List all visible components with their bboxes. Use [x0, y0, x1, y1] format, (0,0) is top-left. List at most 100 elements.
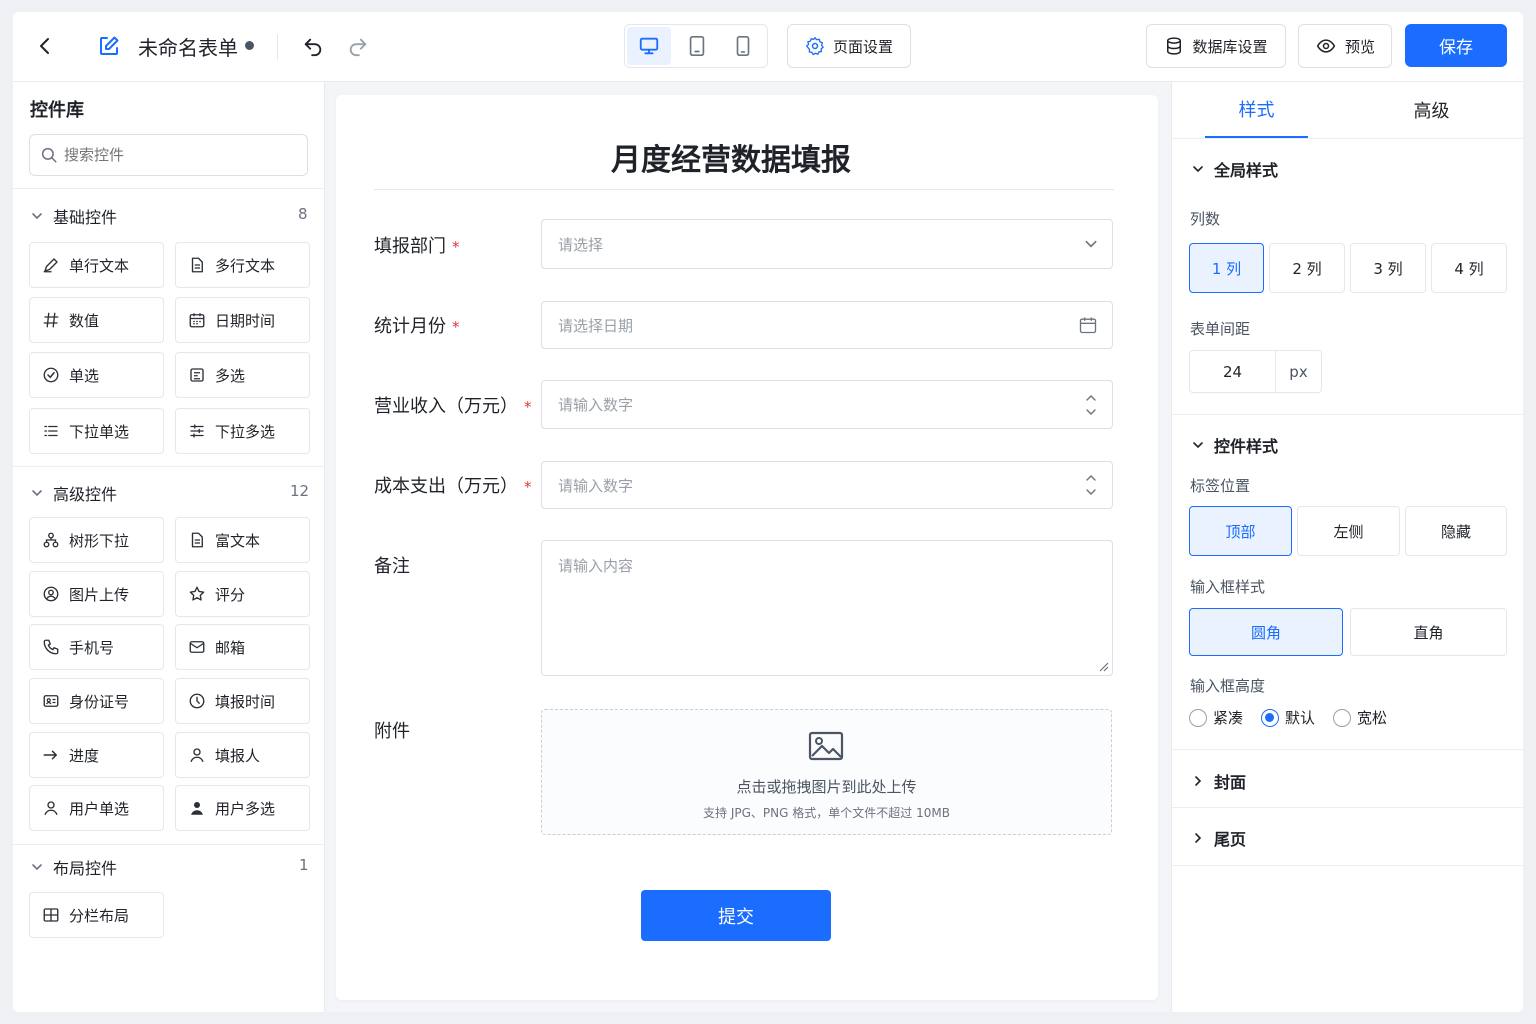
- widget-rich-text[interactable]: 富文本: [175, 517, 310, 563]
- submit-button[interactable]: 提交: [641, 890, 831, 941]
- desktop-icon[interactable]: [627, 27, 671, 65]
- widget-label: 手机号: [69, 638, 115, 657]
- phone-icon: [41, 637, 61, 657]
- clock-icon: [187, 691, 207, 711]
- tab-style[interactable]: 样式: [1205, 82, 1308, 138]
- columns-option-1[interactable]: 1 列: [1189, 243, 1264, 293]
- widget-progress[interactable]: 进度: [29, 732, 164, 778]
- widget-single-line-text[interactable]: 单行文本: [29, 242, 164, 288]
- widget-user-multi[interactable]: 用户多选: [175, 785, 310, 831]
- document-icon: [187, 530, 207, 550]
- divider: [13, 466, 324, 467]
- search-input[interactable]: [64, 146, 284, 164]
- required-mark: *: [524, 398, 532, 416]
- form-name-title[interactable]: 未命名表单: [138, 30, 238, 62]
- back-arrow-icon[interactable]: [31, 32, 59, 60]
- columns-option-4[interactable]: 4 列: [1431, 243, 1507, 293]
- stepper-icon[interactable]: [1084, 472, 1098, 498]
- cover-section-header[interactable]: 封面: [1190, 769, 1246, 793]
- resize-handle-icon[interactable]: [1097, 660, 1109, 672]
- widget-number[interactable]: 数值: [29, 297, 164, 343]
- cost-number-input[interactable]: 请输入数字: [541, 461, 1113, 509]
- divider: [13, 844, 324, 845]
- widget-user-single[interactable]: 用户单选: [29, 785, 164, 831]
- spacing-input[interactable]: 24: [1190, 351, 1276, 392]
- widget-column-layout[interactable]: 分栏布局: [29, 892, 164, 938]
- layout-widgets-header[interactable]: 布局控件: [29, 855, 117, 879]
- database-settings-label: 数据库设置: [1192, 37, 1268, 56]
- divider: [1172, 807, 1523, 808]
- form-preview: 月度经营数据填报 填报部门 * 请选择 统计月份 * 请选择日期 营业收入（万元） *…: [336, 95, 1158, 1000]
- required-mark: *: [452, 318, 460, 336]
- global-style-header[interactable]: 全局样式: [1190, 157, 1278, 181]
- widget-fill-time[interactable]: 填报时间: [175, 678, 310, 724]
- input-style-rounded[interactable]: 圆角: [1189, 608, 1343, 656]
- revenue-number-input[interactable]: 请输入数字: [541, 380, 1113, 429]
- database-settings-button[interactable]: 数据库设置: [1146, 24, 1286, 68]
- input-height-radio-group: 紧凑 默认 宽松: [1189, 707, 1387, 728]
- control-style-header[interactable]: 控件样式: [1190, 433, 1278, 457]
- height-loose-radio[interactable]: 宽松: [1333, 707, 1387, 728]
- mail-icon: [187, 637, 207, 657]
- field-label-revenue: 营业收入（万元） *: [374, 392, 532, 418]
- user-icon: [41, 798, 61, 818]
- widget-label: 填报人: [215, 746, 261, 765]
- redo-icon[interactable]: [344, 32, 372, 60]
- chevron-down-icon: [29, 485, 45, 501]
- pen-icon: [41, 255, 61, 275]
- widget-checkbox[interactable]: 多选: [175, 352, 310, 398]
- basic-widgets-count: 8: [298, 205, 308, 223]
- height-default-radio[interactable]: 默认: [1261, 707, 1315, 728]
- image-upload-dropzone[interactable]: 点击或拖拽图片到此处上传 支持 JPG、PNG 格式，单个文件不超过 10MB: [541, 709, 1112, 835]
- basic-widgets-header[interactable]: 基础控件: [29, 204, 117, 228]
- tab-advanced[interactable]: 高级: [1380, 82, 1483, 138]
- label-position-label: 标签位置: [1190, 477, 1251, 495]
- form-builder-app: 未命名表单 页面设置 数据库设置 预览 保存 控件库 搜索控件 基础控件 8 单…: [13, 12, 1523, 1012]
- form-title[interactable]: 月度经营数据填报: [336, 135, 1126, 179]
- field-label-department: 填报部门 *: [374, 232, 460, 258]
- field-label-text: 填报部门: [374, 236, 446, 257]
- input-style-square[interactable]: 直角: [1350, 608, 1507, 656]
- advanced-widgets-header[interactable]: 高级控件: [29, 481, 117, 505]
- calendar-icon: [1078, 315, 1098, 335]
- columns-option-3[interactable]: 3 列: [1350, 243, 1426, 293]
- widget-tree-select[interactable]: 树形下拉: [29, 517, 164, 563]
- widget-dropdown-single[interactable]: 下拉单选: [29, 408, 164, 454]
- page-settings-button[interactable]: 页面设置: [787, 24, 911, 68]
- month-date-picker[interactable]: 请选择日期: [541, 301, 1113, 349]
- department-select[interactable]: 请选择: [541, 219, 1113, 269]
- undo-icon[interactable]: [299, 32, 327, 60]
- chevron-right-icon: [1190, 773, 1206, 789]
- widget-dropdown-multi[interactable]: 下拉多选: [175, 408, 310, 454]
- columns-option-2[interactable]: 2 列: [1269, 243, 1345, 293]
- widget-email[interactable]: 邮箱: [175, 624, 310, 670]
- preview-button[interactable]: 预览: [1298, 24, 1392, 68]
- footer-section-header[interactable]: 尾页: [1190, 826, 1246, 850]
- widget-phone[interactable]: 手机号: [29, 624, 164, 670]
- notes-textarea[interactable]: 请输入内容: [541, 540, 1113, 676]
- height-compact-radio[interactable]: 紧凑: [1189, 707, 1243, 728]
- label-position-top[interactable]: 顶部: [1189, 506, 1292, 556]
- widget-id-card[interactable]: 身份证号: [29, 678, 164, 724]
- required-mark: *: [452, 238, 460, 256]
- top-toolbar: 未命名表单 页面设置 数据库设置 预览 保存: [13, 12, 1523, 82]
- edit-icon[interactable]: [95, 32, 123, 60]
- widget-search-box[interactable]: [29, 134, 308, 176]
- label-position-left[interactable]: 左侧: [1297, 506, 1400, 556]
- library-title: 控件库: [30, 100, 84, 121]
- form-canvas: 月度经营数据填报 填报部门 * 请选择 统计月份 * 请选择日期 营业收入（万元） *…: [325, 82, 1171, 1012]
- checklist-icon: [187, 365, 207, 385]
- label-position-hidden[interactable]: 隐藏: [1405, 506, 1507, 556]
- widget-image-upload[interactable]: 图片上传: [29, 571, 164, 617]
- widget-radio[interactable]: 单选: [29, 352, 164, 398]
- placeholder: 请输入数字: [558, 476, 634, 495]
- tree-icon: [41, 530, 61, 550]
- widget-multi-line-text[interactable]: 多行文本: [175, 242, 310, 288]
- stepper-icon[interactable]: [1084, 392, 1098, 418]
- widget-datetime[interactable]: 日期时间: [175, 297, 310, 343]
- widget-reporter[interactable]: 填报人: [175, 732, 310, 778]
- save-button[interactable]: 保存: [1405, 24, 1507, 67]
- tablet-icon[interactable]: [675, 27, 719, 65]
- mobile-icon[interactable]: [721, 27, 765, 65]
- widget-rating[interactable]: 评分: [175, 571, 310, 617]
